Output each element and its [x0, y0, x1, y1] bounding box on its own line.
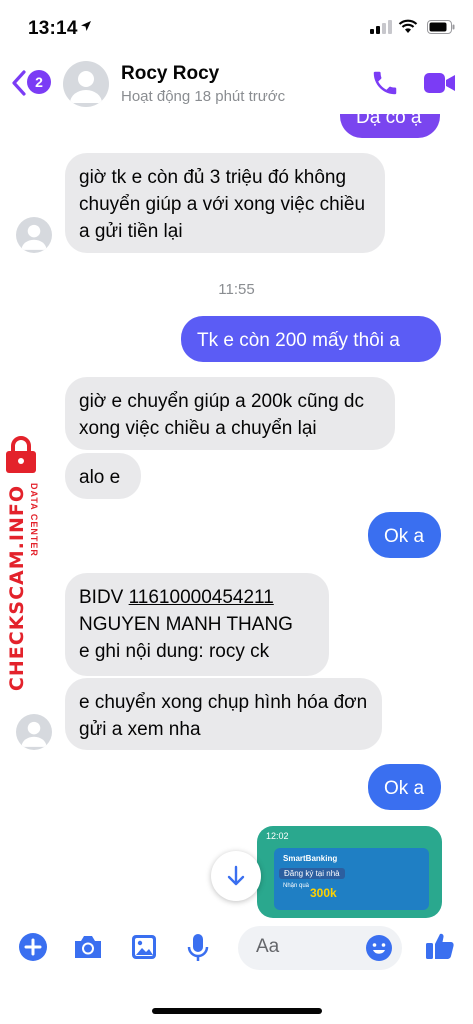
account-holder: NGUYEN MANH THANG [79, 614, 293, 635]
thumbs-up-icon[interactable] [424, 930, 456, 962]
status-time: 13:14 [28, 18, 78, 39]
contact-avatar[interactable] [63, 61, 109, 107]
message-incoming[interactable]: alo e [65, 453, 141, 499]
message-incoming[interactable]: giờ tk e còn đủ 3 triệu đó không chuyển … [65, 153, 385, 253]
thumbnail-brand: SmartBanking [283, 854, 338, 863]
thumbnail-small-text: Nhận quà [283, 883, 310, 889]
message-text: alo e [79, 467, 121, 488]
image-attachment[interactable]: 12:02 SmartBanking Đăng ký tại nhà Nhận … [257, 826, 442, 918]
watermark: CHECKSCAM.INFO DATA CENTER [2, 435, 46, 691]
contact-name[interactable]: Rocy Rocy [121, 63, 219, 85]
thumbnail-time: 12:02 [266, 831, 289, 841]
bank-name: BIDV [79, 587, 124, 608]
plus-circle-icon[interactable] [18, 932, 48, 962]
contact-avatar-small[interactable] [16, 217, 52, 253]
phone-icon[interactable] [370, 68, 400, 98]
video-camera-icon[interactable] [423, 70, 457, 96]
message-incoming[interactable]: giờ e chuyển giúp a 200k cũng dc xong vi… [65, 377, 395, 450]
chat-header: 2 Rocy Rocy Hoạt động 18 phút trước [0, 54, 473, 114]
message-outgoing[interactable]: Ok a [368, 764, 441, 810]
message-text: giờ e chuyển giúp a 200k cũng dc xong vi… [79, 391, 364, 439]
message-incoming[interactable]: BIDV 11610000454211 NGUYEN MANH THANG e … [65, 573, 329, 676]
contact-avatar-small[interactable] [16, 714, 52, 750]
wifi-icon [398, 19, 418, 33]
watermark-subtext: DATA CENTER [29, 483, 39, 557]
account-number-link[interactable]: 11610000454211 [129, 587, 274, 608]
watermark-text: CHECKSCAM.INFO [6, 485, 28, 692]
message-outgoing[interactable]: Ok a [368, 512, 441, 558]
message-input-container[interactable] [238, 926, 402, 970]
battery-icon [427, 20, 455, 34]
message-text: Ok a [384, 778, 425, 799]
message-text: giờ tk e còn đủ 3 triệu đó không chuyển … [79, 167, 366, 242]
thumbnail-title: Đăng ký tại nhà [279, 868, 345, 879]
back-chevron-icon[interactable] [8, 68, 28, 98]
unread-badge[interactable]: 2 [27, 70, 51, 94]
message-outgoing[interactable]: Tk e còn 200 mấy thôi a [181, 316, 441, 362]
message-text: e chuyển xong chụp hình hóa đơn gửi a xe… [79, 692, 368, 740]
smile-icon[interactable] [365, 934, 393, 962]
location-arrow-icon [81, 21, 91, 31]
status-bar: 13:14 [0, 0, 473, 54]
thumbnail-amount: 300k [310, 886, 337, 900]
scroll-to-bottom-button[interactable] [211, 851, 261, 901]
arrow-down-icon [227, 865, 245, 886]
microphone-icon[interactable] [185, 932, 211, 964]
message-incoming[interactable]: e chuyển xong chụp hình hóa đơn gửi a xe… [65, 678, 382, 750]
contact-status: Hoạt động 18 phút trước [121, 88, 286, 105]
timestamp: 11:55 [218, 281, 255, 298]
composer-bar [0, 918, 473, 1024]
message-input[interactable] [256, 936, 356, 958]
home-indicator [152, 1008, 322, 1014]
padlock-icon [6, 436, 36, 473]
signal-icon [370, 20, 392, 34]
message-line: BIDV 11610000454211 [79, 584, 315, 611]
camera-icon[interactable] [72, 932, 104, 962]
transfer-note: e ghi nội dung: rocy ck [79, 641, 270, 662]
message-text: Tk e còn 200 mấy thôi a [197, 330, 400, 351]
message-text: Ok a [384, 526, 425, 547]
image-icon[interactable] [129, 932, 159, 962]
